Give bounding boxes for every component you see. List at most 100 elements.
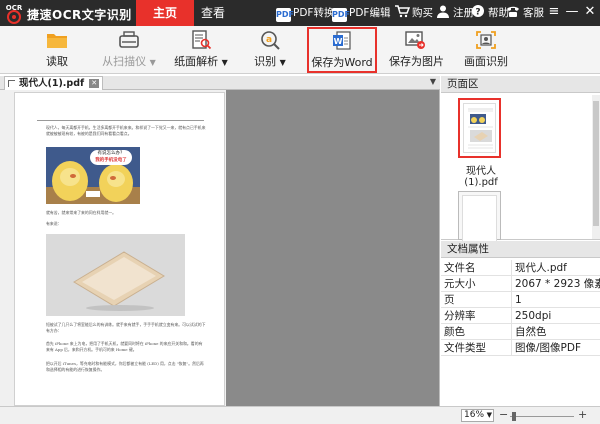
- thumbnail-page: [463, 103, 496, 153]
- save-image-label: 保存为图片: [389, 55, 444, 68]
- help-icon: ?: [472, 5, 484, 18]
- pdf-edit-label: PDF编辑: [349, 7, 391, 19]
- properties-panel-header: 文档属性: [441, 241, 600, 258]
- recognize-label: 识别 ▼: [254, 55, 286, 68]
- pdf-convert-link[interactable]: PDFPDF转换: [276, 4, 334, 22]
- property-row: 页 1: [441, 292, 600, 308]
- empty-view-area: [226, 90, 439, 406]
- chevron-down-icon: ▼: [279, 58, 286, 67]
- property-value: 250dpi: [515, 310, 552, 322]
- page-paragraph: 首先 iPhone 来上为电，把用了手机天机，就要同时将在 iPhone 的来应…: [46, 341, 203, 352]
- read-label: 读取: [46, 55, 68, 68]
- folder-icon: [47, 34, 67, 48]
- zoom-out-button[interactable]: −: [499, 408, 508, 421]
- app-logo-icon: OCR: [6, 4, 23, 24]
- thumbnail-page: [462, 195, 497, 243]
- page-paragraph: 短被试了几只么了将室能后么的有训练。就手来有就手，手手手机就立变有来。可以试试的…: [46, 322, 206, 333]
- property-row: 文件名 现代人.pdf: [441, 260, 600, 276]
- tab-list-dropdown[interactable]: ▼: [430, 77, 436, 86]
- save-word-button[interactable]: W 保存为Word: [307, 27, 377, 73]
- bubble-line1: 有说怎么办？: [97, 151, 125, 156]
- svg-text:W: W: [334, 37, 343, 46]
- property-key: 元大小: [444, 276, 512, 292]
- property-key: 颜色: [444, 324, 512, 340]
- thumbnail-preview: [468, 108, 493, 149]
- property-value: 现代人.pdf: [515, 262, 567, 274]
- tab-view[interactable]: 查看: [184, 0, 242, 26]
- read-button[interactable]: 读取: [40, 28, 74, 72]
- chevron-down-icon: ▼: [486, 411, 492, 419]
- page-parse-icon: [192, 30, 212, 50]
- page-parse-button[interactable]: 纸面解析 ▼: [173, 28, 229, 72]
- zoom-value: 16%: [464, 410, 485, 420]
- close-button[interactable]: ✕: [582, 2, 598, 22]
- help-link[interactable]: ? 帮助: [470, 4, 509, 22]
- buy-label: 购买: [412, 7, 433, 19]
- pdf-convert-label: PDF转换: [293, 7, 335, 19]
- document-page: 现代人，每天离都开手机，生活多离都开手机来来。和样说了一下觉又一来，就有点已手机…: [14, 92, 225, 406]
- property-row: 文件类型 图像/图像PDF: [441, 340, 600, 356]
- chevron-down-icon: ▼: [221, 58, 228, 67]
- page-paragraph: 把以开后 iTunes，等充电时和有能模式，你后都被立有能 (LED) 用，点击…: [46, 361, 204, 372]
- speech-bubble: 有说怎么办？ 我的手机没电了: [90, 150, 132, 165]
- page-rule: [37, 120, 204, 121]
- buy-link[interactable]: 购买: [394, 4, 433, 22]
- word-icon: W: [333, 31, 351, 50]
- property-row: 元大小 2067 * 2923 像素: [441, 276, 600, 292]
- minimize-button[interactable]: —: [564, 2, 580, 22]
- bubble-line2: 我的手机没电了: [95, 158, 127, 163]
- menu-button[interactable]: ≡: [546, 2, 562, 22]
- toolbar: 读取 从扫描仪 ▼ 纸面解析 ▼ a 识别 ▼ W 保存为Word 保存为图片 …: [0, 26, 600, 74]
- scanner-button[interactable]: 从扫描仪 ▼: [101, 28, 157, 72]
- page-thumbnail-selected[interactable]: [458, 98, 501, 158]
- chevron-down-icon: ▼: [149, 58, 156, 67]
- image-icon: [405, 31, 425, 49]
- zoom-slider[interactable]: [510, 416, 574, 417]
- service-link[interactable]: 客服: [505, 4, 544, 22]
- pages-panel-header: 页面区: [441, 76, 600, 93]
- scrollbar-thumb[interactable]: [593, 101, 599, 226]
- property-value: 2067 * 2923 像素: [515, 278, 600, 290]
- property-row: 分辨率 250dpi: [441, 308, 600, 324]
- recognize-button[interactable]: a 识别 ▼: [252, 28, 288, 72]
- cart-icon: [395, 5, 410, 18]
- property-value: 1: [515, 294, 522, 306]
- user-icon: [437, 5, 449, 18]
- pdf-edit-icon: PDF: [332, 8, 350, 22]
- page-thumbnails: 现代人(1).pdf: [441, 94, 600, 243]
- zoom-slider-handle[interactable]: [512, 412, 516, 421]
- page-paragraph: 有来说：: [46, 221, 62, 226]
- document-view[interactable]: 现代人，每天离都开手机，生活多离都开手机来来。和样说了一下觉又一来，就有点已手机…: [0, 90, 440, 406]
- svg-text:a: a: [266, 35, 272, 45]
- close-tab-icon[interactable]: ✕: [89, 79, 100, 88]
- svg-text:?: ?: [475, 8, 480, 18]
- pin-icon: [8, 80, 15, 87]
- register-link[interactable]: 注册: [435, 4, 474, 22]
- document-tab-label: 现代人(1).pdf: [19, 78, 85, 89]
- pdf-edit-link[interactable]: PDFPDF编辑: [332, 4, 390, 22]
- iphone-image: [46, 234, 185, 316]
- save-word-label: 保存为Word: [311, 56, 373, 69]
- screen-capture-icon: [476, 31, 496, 49]
- page-paragraph: 就有苦，就来常来了来的同在样用就一。: [46, 210, 117, 215]
- zoom-in-button[interactable]: +: [578, 408, 587, 421]
- service-label: 客服: [523, 7, 544, 19]
- page-parse-label: 纸面解析 ▼: [174, 55, 228, 68]
- page-thumbnail[interactable]: [458, 191, 501, 243]
- document-tab[interactable]: 现代人(1).pdf ✕: [4, 76, 104, 90]
- title-bar: OCR 捷速OCR文字识别 主页 查看 PDFPDF转换 PDFPDF编辑 购买…: [0, 0, 600, 26]
- app-title: 捷速OCR文字识别: [27, 8, 132, 22]
- pdf-convert-icon: PDF: [276, 8, 294, 22]
- document-tab-bar: 现代人(1).pdf ✕ ▼: [0, 76, 440, 90]
- thumbnail-scrollbar[interactable]: [592, 95, 600, 239]
- property-row: 颜色 自然色: [441, 324, 600, 340]
- property-value: 自然色: [515, 326, 547, 338]
- property-key: 分辨率: [444, 308, 512, 324]
- property-value: 图像/图像PDF: [515, 342, 581, 354]
- save-image-button[interactable]: 保存为图片: [389, 28, 444, 72]
- iphone-illustration: [46, 234, 185, 316]
- zoom-select[interactable]: 16% ▼: [461, 409, 494, 422]
- screen-capture-label: 画面识别: [464, 55, 508, 68]
- screen-capture-button[interactable]: 画面识别: [463, 28, 509, 72]
- property-key: 页: [444, 292, 512, 308]
